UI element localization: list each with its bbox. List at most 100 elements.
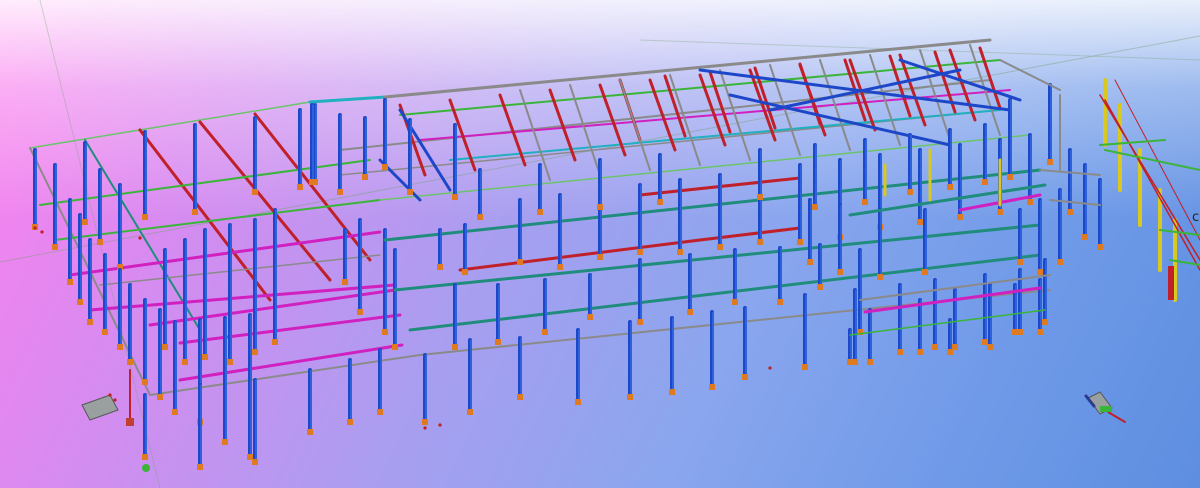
base-plate [867,359,873,365]
base-plate [52,244,58,250]
base-plate [837,269,843,275]
roof-edge-beam [29,101,311,149]
base-plate [802,364,808,370]
bracing [398,108,452,192]
base-plate [127,359,133,365]
base-plate [742,374,748,380]
base-plate [597,254,603,260]
small-member [1107,411,1126,423]
base-plate [477,214,483,220]
base-plate [587,314,593,320]
base-plate [87,319,93,325]
base-plate [142,454,148,460]
base-plate [947,184,953,190]
base-plate [82,219,88,225]
base-plate [362,174,368,180]
base-plate [917,219,923,225]
base-plate [817,284,823,290]
base-plate [102,329,108,335]
base-plate [637,249,643,255]
base-plate [1012,329,1018,335]
base-plate [252,189,258,195]
base-plate [897,349,903,355]
base-plate [437,264,443,270]
base-plate [1017,259,1023,265]
base-plate [252,459,258,465]
base-plate [557,264,563,270]
point-marker [33,226,37,230]
base-plate [537,209,543,215]
point-marker [438,423,442,427]
beam [68,230,382,277]
beam [698,226,802,242]
base-plate [597,204,603,210]
base-plate [877,274,883,280]
base-plate [377,409,383,415]
base-plate [407,189,413,195]
beam [393,223,1042,292]
base-plate [1047,159,1053,165]
base-plate [382,329,388,335]
base-plate [932,344,938,350]
base-plate [917,349,923,355]
base-plate [542,329,548,335]
base-plate [162,344,168,350]
base-plate [342,279,348,285]
base-plate [907,189,913,195]
point-marker [113,398,117,402]
base-plate [709,384,715,390]
point-marker [423,426,427,430]
base-plate [1067,209,1073,215]
base-plate [452,194,458,200]
beam [178,313,402,345]
beam [1049,199,1101,206]
base-plate [392,344,398,350]
base-plate [452,344,458,350]
base-plate [347,419,353,425]
base-plate [252,349,258,355]
base-plate [97,239,103,245]
base-plate [309,179,315,185]
base-plate [222,439,228,445]
base-plate [657,199,663,205]
base-plate [1037,329,1043,335]
base-plate [517,259,523,265]
post [1168,266,1174,300]
base-plate [495,339,501,345]
base-plate [982,179,988,185]
base-plate [669,389,675,395]
base-plate [575,399,581,405]
base-plate [142,214,148,220]
base-plate [67,279,73,285]
beam [458,238,702,272]
base-plate [182,359,188,365]
base-plate [227,359,233,365]
base-plate [862,199,868,205]
base-plate [987,344,993,350]
stair-base [126,418,134,426]
base-plate [202,354,208,360]
base-plate [272,339,278,345]
rafter [978,46,1002,110]
beam [865,240,1030,268]
structure-model[interactable] [0,0,1200,488]
model-viewport[interactable]: c [0,0,1200,488]
base-plate [757,239,763,245]
base-plate [77,299,83,305]
base-plate [732,299,738,305]
base-plate [922,269,928,275]
ridge-beam [308,95,387,104]
edge-text: c [1192,210,1200,225]
base-plate [1057,259,1063,265]
point-marker [40,230,44,234]
base-plate [637,319,643,325]
base-plate [797,239,803,245]
base-plate [172,409,178,415]
beam [1099,139,1166,146]
beam [408,253,1042,332]
base-plate [677,249,683,255]
point-marker [138,236,142,240]
base-plate [997,209,1003,215]
beam [383,168,1042,242]
base-plate [812,204,818,210]
